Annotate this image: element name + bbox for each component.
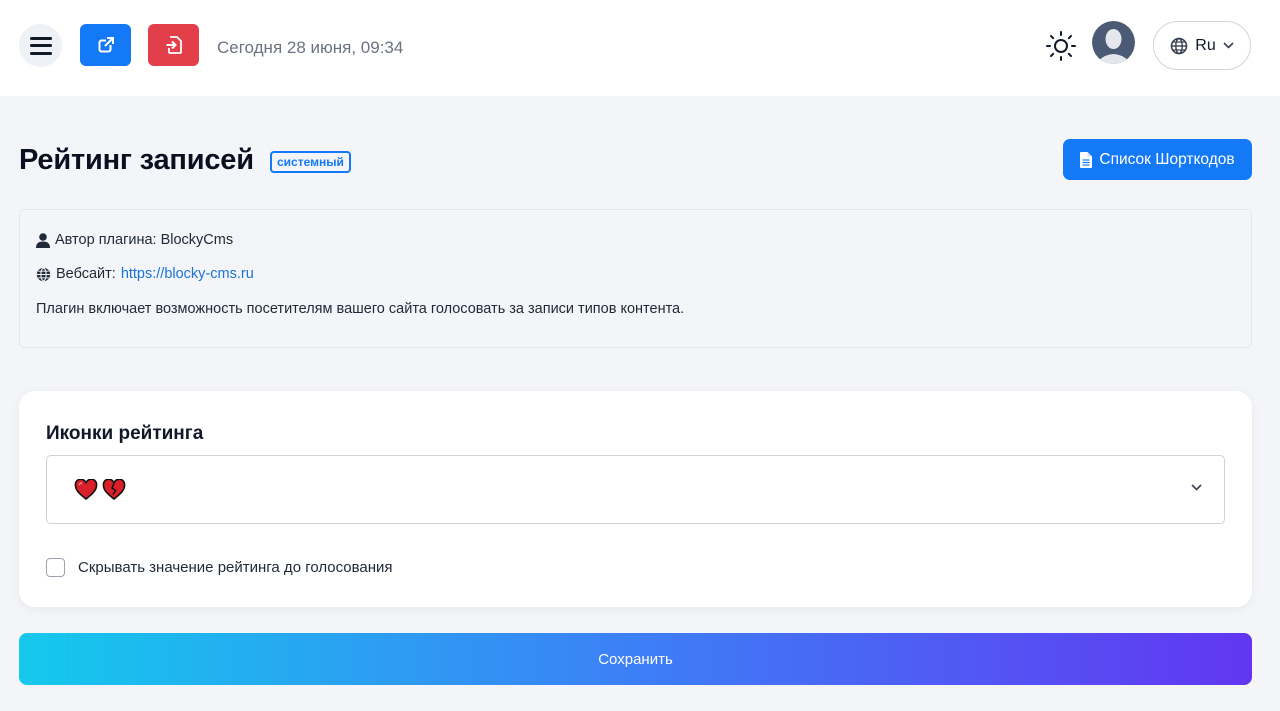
rating-icons-title: Иконки рейтинга — [46, 423, 204, 444]
language-label: Ru — [1195, 36, 1216, 54]
rating-icons-value — [74, 479, 126, 501]
system-badge: системный — [270, 151, 351, 173]
settings-card: Иконки рейтинга Скрывать значение рейтин… — [19, 391, 1252, 607]
file-icon — [1080, 151, 1093, 168]
external-link-icon — [98, 37, 114, 53]
user-avatar[interactable] — [1092, 21, 1135, 64]
user-icon — [36, 232, 50, 248]
globe-icon — [36, 267, 51, 281]
theme-toggle-button[interactable] — [1045, 30, 1077, 62]
avatar-icon — [1092, 21, 1135, 64]
page-title: Рейтинг записей — [19, 144, 254, 176]
rating-icons-select[interactable] — [46, 455, 1225, 524]
hide-rating-checkbox[interactable] — [46, 558, 65, 577]
sign-in-icon — [166, 36, 182, 54]
website-label: Вебсайт: — [56, 266, 116, 282]
current-date: Сегодня 28 июня, 09:34 — [217, 38, 404, 57]
plugin-description: Плагин включает возможность посетителям … — [36, 301, 685, 317]
hide-rating-row: Скрывать значение рейтинга до голосовани… — [46, 558, 393, 577]
chevron-down-icon — [1223, 42, 1234, 49]
plugin-info-box: Автор плагина: BlockyCms Вебсайт: https:… — [19, 209, 1252, 348]
shortcodes-list-button[interactable]: Список Шорткодов — [1063, 139, 1252, 180]
shortcodes-button-label: Список Шорткодов — [1099, 150, 1235, 168]
website-row: Вебсайт: https://blocky-cms.ru — [36, 266, 254, 282]
heart-icon — [74, 479, 98, 501]
top-bar: Сегодня 28 июня, 09:34 Ru — [0, 0, 1280, 96]
website-link[interactable]: https://blocky-cms.ru — [121, 266, 254, 282]
author-text: Автор плагина: BlockyCms — [55, 232, 234, 248]
menu-icon — [29, 36, 52, 55]
sun-icon — [1046, 31, 1076, 61]
open-site-button[interactable] — [80, 24, 131, 66]
language-selector[interactable]: Ru — [1153, 21, 1251, 70]
logout-button[interactable] — [148, 24, 199, 66]
heart-broken-icon — [102, 479, 126, 501]
description-row: Плагин включает возможность посетителям … — [36, 301, 684, 317]
globe-icon — [1170, 37, 1188, 54]
menu-button[interactable] — [19, 24, 62, 67]
author-row: Автор плагина: BlockyCms — [36, 232, 233, 248]
chevron-down-icon — [1191, 484, 1202, 491]
save-button[interactable]: Сохранить — [19, 633, 1252, 685]
hide-rating-label[interactable]: Скрывать значение рейтинга до голосовани… — [78, 559, 393, 576]
